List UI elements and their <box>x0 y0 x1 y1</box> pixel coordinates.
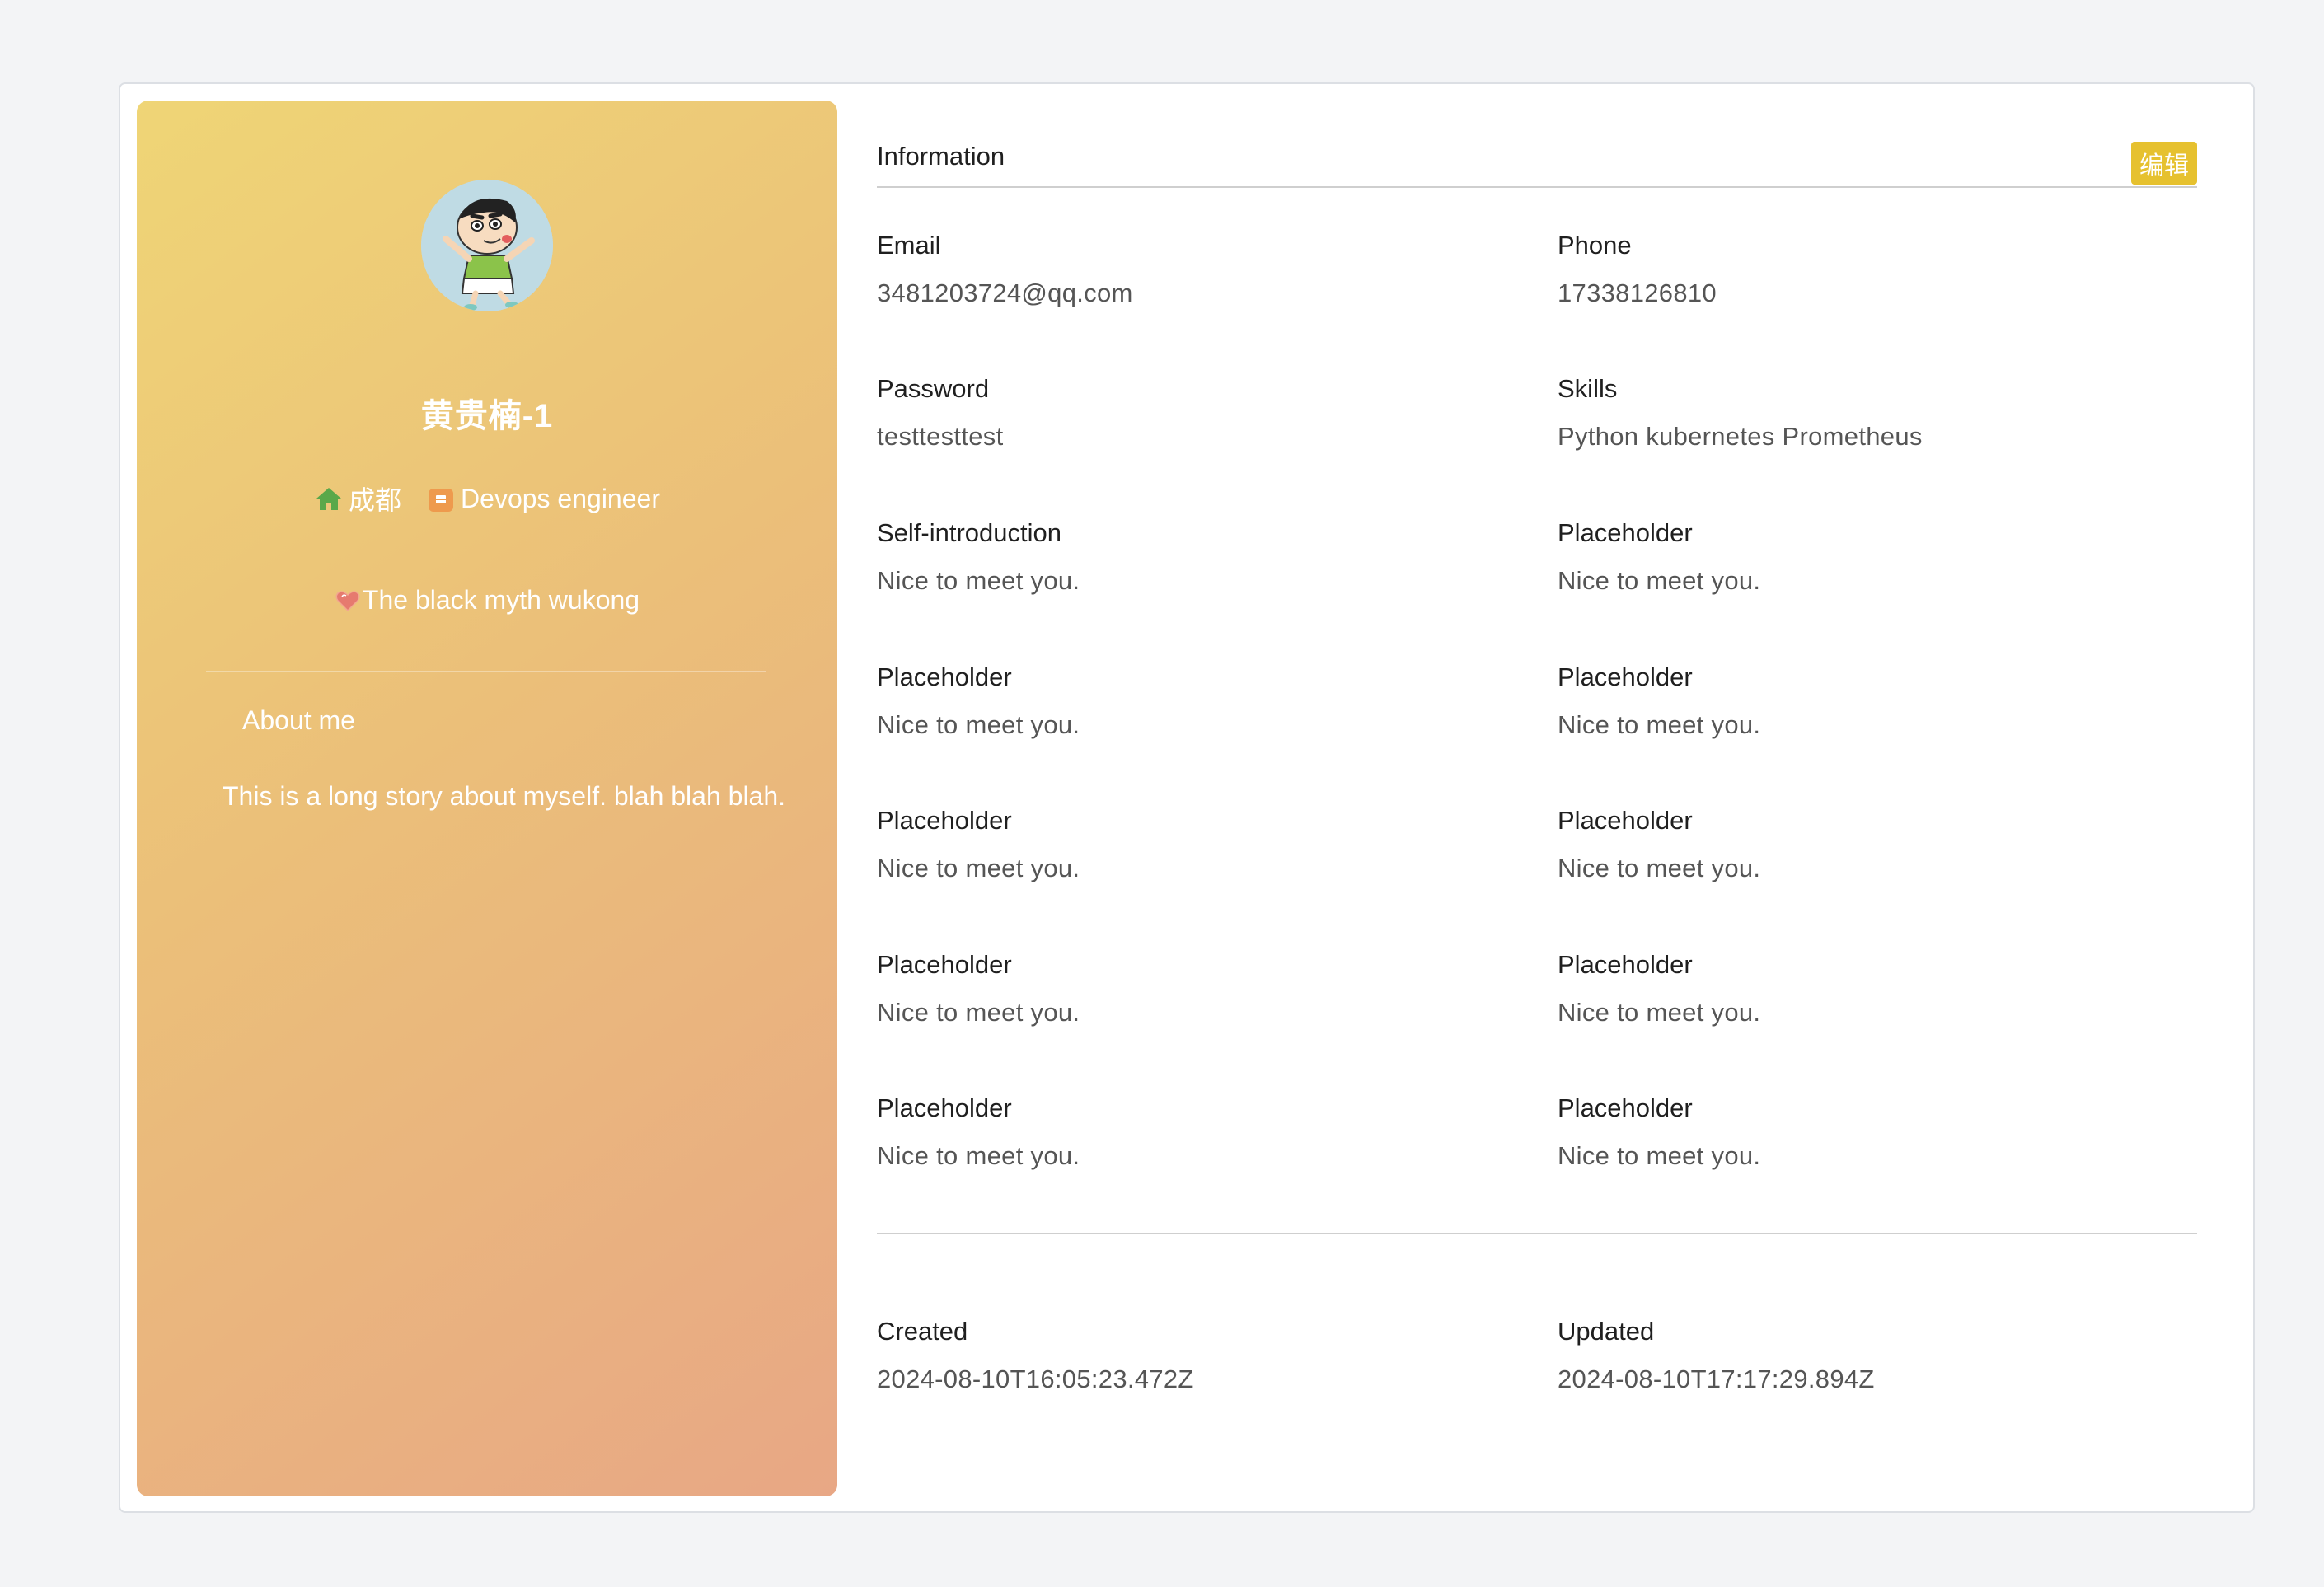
field-placeholder: Placeholder Nice to meet you. <box>1558 1092 2184 1173</box>
field-value: testtesttest <box>877 422 1004 451</box>
field-value: Nice to meet you. <box>1558 710 1761 739</box>
field-label: Email <box>877 231 941 260</box>
field-skills: Skills Python kubernetes Prometheus <box>1558 372 2184 453</box>
field-phone: Phone 17338126810 <box>1558 229 2184 310</box>
field-value: 17338126810 <box>1558 279 1717 307</box>
field-label: Password <box>877 374 990 403</box>
field-label: Placeholder <box>1558 662 1693 691</box>
field-label: Placeholder <box>877 806 1012 835</box>
field-placeholder: Placeholder Nice to meet you. <box>877 804 1503 885</box>
field-placeholder: Placeholder Nice to meet you. <box>1558 804 2184 885</box>
field-password: Password testtesttest <box>877 372 1503 453</box>
sidebar-divider <box>206 671 766 672</box>
field-value: 3481203724@qq.com <box>877 279 1133 307</box>
information-divider <box>877 186 2197 188</box>
field-email: Email 3481203724@qq.com <box>877 229 1503 310</box>
field-label: Phone <box>1558 231 1632 260</box>
field-label: Placeholder <box>877 1093 1012 1122</box>
field-label: Placeholder <box>1558 518 1693 547</box>
field-label: Placeholder <box>1558 1093 1693 1122</box>
field-placeholder: Placeholder Nice to meet you. <box>877 948 1503 1029</box>
profile-name: 黄贵楠-1 <box>420 398 554 434</box>
heart-icon <box>335 588 361 614</box>
job-item: Devops engineer <box>426 484 660 514</box>
field-updated: Updated 2024-08-10T17:17:29.894Z <box>1558 1315 2184 1396</box>
job-text: Devops engineer <box>461 483 660 513</box>
field-self-introduction: Self-introduction Nice to meet you. <box>877 517 1503 597</box>
field-label: Placeholder <box>1558 950 1693 979</box>
field-placeholder: Placeholder Nice to meet you. <box>1558 661 2184 742</box>
field-label: Placeholder <box>1558 806 1693 835</box>
profile-card: 黄贵楠-1 成都 Devops engineer The black myth … <box>119 82 2255 1513</box>
field-placeholder: Placeholder Nice to meet you. <box>1558 948 2184 1029</box>
avatar <box>421 180 553 311</box>
hobby-text: The black myth wukong <box>362 585 640 615</box>
field-value: Nice to meet you. <box>877 1141 1080 1170</box>
location-text: 成都 <box>349 485 402 515</box>
field-value: Nice to meet you. <box>1558 1141 1761 1170</box>
profile-meta: 成都 Devops engineer <box>137 480 837 517</box>
information-title: Information <box>877 142 1005 171</box>
field-label: Updated <box>1558 1317 1655 1346</box>
field-placeholder: Placeholder Nice to meet you. <box>1558 517 2184 597</box>
timestamps-divider <box>877 1233 2197 1234</box>
field-label: Skills <box>1558 374 1618 403</box>
about-text: This is a long story about myself. blah … <box>223 781 786 811</box>
briefcase-icon <box>426 484 456 513</box>
field-value: Nice to meet you. <box>1558 998 1761 1027</box>
field-label: Self-introduction <box>877 518 1062 547</box>
field-value: Nice to meet you. <box>877 566 1080 595</box>
field-value: 2024-08-10T17:17:29.894Z <box>1558 1365 1875 1393</box>
location-item: 成都 <box>314 480 401 517</box>
field-created: Created 2024-08-10T16:05:23.472Z <box>877 1315 1503 1396</box>
field-value: 2024-08-10T16:05:23.472Z <box>877 1365 1194 1393</box>
home-icon <box>314 484 344 513</box>
field-value: Python kubernetes Prometheus <box>1558 422 1923 451</box>
field-placeholder: Placeholder Nice to meet you. <box>877 661 1503 742</box>
field-value: Nice to meet you. <box>1558 566 1761 595</box>
field-value: Nice to meet you. <box>1558 854 1761 882</box>
field-label: Placeholder <box>877 662 1012 691</box>
profile-sidebar: 黄贵楠-1 成都 Devops engineer The black myth … <box>137 101 837 1496</box>
field-placeholder: Placeholder Nice to meet you. <box>877 1092 1503 1173</box>
information-panel: Information 编辑 Email 3481203724@qq.com P… <box>877 84 2197 1513</box>
field-label: Placeholder <box>877 950 1012 979</box>
field-value: Nice to meet you. <box>877 998 1080 1027</box>
field-label: Created <box>877 1317 968 1346</box>
cartoon-avatar-icon <box>421 180 553 311</box>
hobby-row: The black myth wukong <box>137 585 837 616</box>
edit-button[interactable]: 编辑 <box>2131 142 2197 185</box>
field-value: Nice to meet you. <box>877 854 1080 882</box>
field-value: Nice to meet you. <box>877 710 1080 739</box>
about-title: About me <box>242 705 355 735</box>
